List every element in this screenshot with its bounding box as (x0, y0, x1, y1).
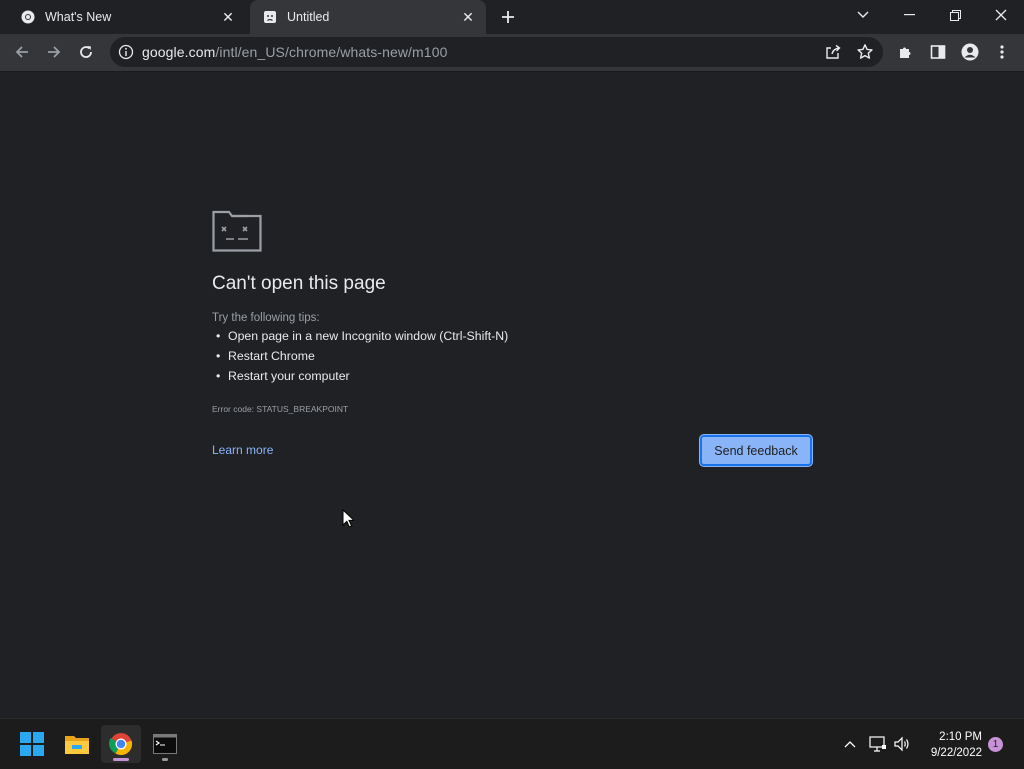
new-tab-button[interactable] (498, 7, 518, 27)
browser-toolbar: google.com/intl/en_US/chrome/whats-new/m… (0, 34, 1024, 72)
tab-untitled[interactable]: Untitled ✕ (250, 0, 486, 34)
plus-icon (502, 11, 514, 23)
side-panel-icon (930, 45, 946, 59)
more-vert-icon (1000, 45, 1004, 59)
url-text[interactable]: google.com/intl/en_US/chrome/whats-new/m… (142, 44, 447, 60)
file-explorer-icon (65, 736, 89, 754)
side-panel-button[interactable] (924, 38, 952, 66)
profile-button[interactable] (956, 38, 984, 66)
address-bar[interactable]: google.com/intl/en_US/chrome/whats-new/m… (110, 37, 883, 67)
minimize-icon (903, 14, 915, 16)
active-indicator (113, 758, 129, 761)
volume-button[interactable] (892, 735, 912, 753)
extensions-button[interactable] (892, 38, 920, 66)
tab-whats-new[interactable]: What's New ✕ (8, 0, 246, 34)
close-tab-icon[interactable]: ✕ (460, 9, 476, 25)
url-path: /intl/en_US/chrome/whats-new/m100 (215, 44, 448, 60)
list-item: Restart Chrome (216, 346, 508, 366)
sad-folder-icon (212, 210, 262, 252)
network-icon (869, 736, 886, 752)
start-icon (20, 732, 44, 756)
taskbar-file-explorer[interactable] (57, 725, 97, 763)
tab-strip: What's New ✕ Untitled ✕ (0, 0, 1024, 34)
restore-button[interactable] (932, 0, 978, 30)
show-hidden-icons-button[interactable] (840, 735, 860, 753)
list-item: Restart your computer (216, 366, 508, 386)
clock-date: 9/22/2022 (930, 747, 982, 759)
start-button[interactable] (12, 725, 52, 763)
puzzle-icon (900, 47, 911, 58)
url-host: google.com (142, 44, 216, 60)
clock-time: 2:10 PM (939, 731, 982, 743)
chevron-down-icon (857, 11, 869, 18)
tips-intro: Try the following tips: (212, 312, 320, 324)
speaker-icon (894, 736, 909, 752)
tab-title: What's New (45, 10, 112, 24)
error-code: Error code: STATUS_BREAKPOINT (212, 404, 349, 414)
close-tab-icon[interactable]: ✕ (220, 9, 236, 25)
back-button[interactable] (8, 38, 36, 66)
restore-icon (949, 9, 961, 21)
reload-button[interactable] (72, 38, 100, 66)
clock[interactable]: 2:10 PM 9/22/2022 (922, 729, 982, 761)
terminal-icon (153, 734, 177, 754)
arrow-left-icon (15, 46, 28, 58)
learn-more-link[interactable]: Learn more (212, 443, 273, 457)
notification-badge[interactable]: 1 (988, 737, 1003, 752)
close-window-button[interactable] (978, 0, 1024, 30)
tips-list: Open page in a new Incognito window (Ctr… (216, 326, 508, 386)
tab-search-button[interactable] (840, 0, 886, 30)
list-item: Open page in a new Incognito window (Ctr… (216, 326, 508, 346)
chrome-icon (20, 9, 36, 25)
close-icon (995, 9, 1007, 21)
page-title: Can't open this page (212, 273, 386, 294)
network-button[interactable] (868, 735, 888, 753)
sad-page-icon (262, 9, 278, 25)
running-indicator (162, 758, 168, 761)
send-feedback-button[interactable]: Send feedback (700, 435, 812, 466)
forward-button[interactable] (40, 38, 68, 66)
menu-button[interactable] (988, 38, 1016, 66)
tab-title: Untitled (287, 10, 330, 24)
mouse-cursor-icon (342, 509, 354, 528)
chrome-icon (109, 733, 133, 756)
share-icon[interactable] (824, 43, 842, 61)
page-content: Can't open this page Try the following t… (0, 72, 1024, 718)
site-info-icon[interactable] (118, 44, 134, 60)
person-icon (961, 43, 979, 61)
taskbar-chrome[interactable] (101, 725, 141, 763)
minimize-button[interactable] (886, 0, 932, 30)
taskbar: 2:10 PM 9/22/2022 1 (0, 718, 1024, 769)
reload-icon (80, 46, 92, 58)
taskbar-terminal[interactable] (145, 725, 185, 763)
arrow-right-icon (48, 46, 61, 58)
chevron-up-icon (844, 741, 856, 748)
bookmark-star-icon[interactable] (856, 43, 874, 61)
